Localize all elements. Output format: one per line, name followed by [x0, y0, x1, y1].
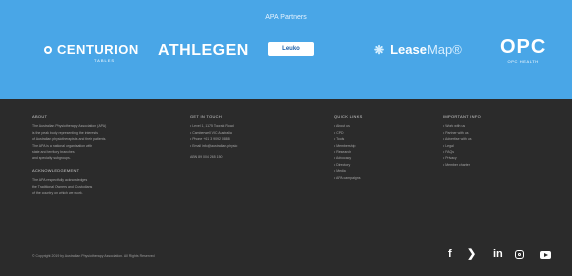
- centurion-subtext: TABLES: [94, 58, 116, 63]
- abn-text: ABN 89 004 265 150: [190, 155, 223, 160]
- youtube-icon[interactable]: [540, 251, 551, 259]
- acknowledgement-section: ACKNOWLEDGEMENT The APA respectfully ack…: [32, 168, 142, 197]
- facebook-icon[interactable]: f: [448, 249, 452, 260]
- opc-health-logo[interactable]: OPC OPC HEALTH: [500, 37, 546, 64]
- centurion-wordmark: CENTURION: [57, 42, 139, 57]
- twitter-icon[interactable]: ❯: [467, 249, 476, 260]
- athlegen-logo[interactable]: ATHLEGEN: [158, 42, 249, 60]
- opc-subtext: OPC HEALTH: [507, 59, 539, 64]
- contact-email-link[interactable]: • Email info@australian.physio: [190, 143, 300, 149]
- centurion-c-icon: [44, 45, 52, 54]
- about-heading: ABOUT: [32, 114, 48, 119]
- linkedin-icon[interactable]: in: [493, 249, 503, 260]
- acknowledgement-heading: ACKNOWLEDGEMENT: [32, 167, 80, 173]
- partners-banner: APA Partners CENTURION TABLES ATHLEGEN L…: [0, 0, 572, 99]
- about-section: ABOUT The Australian Physiotherapy Assoc…: [32, 114, 142, 196]
- quick-links-section: QUICK LINKS • About us • CPD • Tools • M…: [334, 114, 414, 181]
- site-footer: ABOUT The Australian Physiotherapy Assoc…: [0, 99, 572, 276]
- info-link-member-charter[interactable]: • Member charter: [443, 162, 533, 168]
- quick-links-heading: QUICK LINKS: [334, 114, 363, 119]
- get-in-touch-heading: GET IN TOUCH: [190, 114, 223, 119]
- leasemap-wordmark-thin: Map®: [426, 42, 462, 57]
- partners-title: APA Partners: [265, 14, 307, 21]
- quick-link-campaigns[interactable]: • APA campaigns: [334, 175, 414, 181]
- leuko-logo[interactable]: Leuko: [268, 42, 314, 56]
- leasemap-flower-icon: ❋: [374, 42, 385, 57]
- important-info-heading: IMPORTANT INFO: [443, 114, 481, 119]
- important-info-section: IMPORTANT INFO • Work with us • Partner …: [443, 114, 533, 168]
- centurion-logo[interactable]: CENTURION TABLES: [44, 42, 139, 63]
- instagram-icon[interactable]: [515, 250, 524, 259]
- leuko-wordmark: Leuko: [282, 46, 300, 52]
- acknowledgement-line: of the country on which we work.: [32, 191, 83, 196]
- copyright-text: © Copyright 2019 by Australian Physiothe…: [32, 254, 155, 258]
- opc-wordmark: OPC: [500, 36, 547, 58]
- about-line: and specialty subgroups.: [32, 156, 71, 161]
- leasemap-logo[interactable]: ❋ Lease Map®: [374, 42, 462, 57]
- get-in-touch-section: GET IN TOUCH • Level 1, 1175 Toorak Road…: [190, 114, 300, 160]
- athlegen-wordmark: ATHLEGEN: [158, 42, 249, 59]
- leasemap-wordmark-bold: Lease: [390, 42, 427, 57]
